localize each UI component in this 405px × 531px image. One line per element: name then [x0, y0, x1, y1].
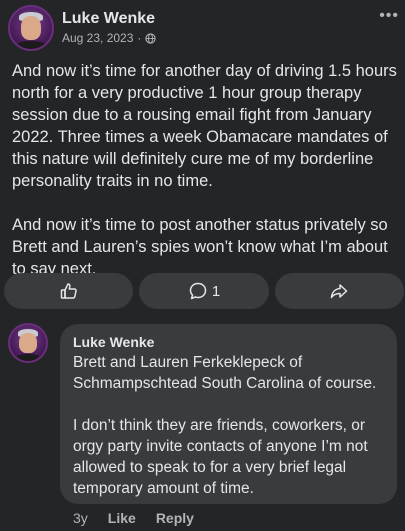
meta-separator: · [137, 31, 142, 45]
post-header: Luke Wenke Aug 23, 2023 · ••• [0, 0, 405, 56]
commenter-avatar[interactable] [8, 323, 48, 363]
comment-icon [189, 282, 207, 300]
post-date[interactable]: Aug 23, 2023 [62, 31, 133, 45]
post-actions: 1 [4, 273, 404, 309]
comment-body: Brett and Lauren Ferkeklepeck of Schmamp… [73, 352, 385, 499]
post-paragraph: And now it’s time for another day of dri… [12, 62, 397, 190]
comment-paragraph: Brett and Lauren Ferkeklepeck of Schmamp… [73, 354, 377, 392]
share-icon [331, 284, 348, 299]
more-options-icon[interactable]: ••• [379, 8, 399, 24]
post-body: And now it’s time for another day of dri… [12, 60, 397, 280]
author-avatar[interactable] [8, 5, 54, 51]
post-meta: Aug 23, 2023 · [62, 31, 157, 45]
comment-paragraph: I don’t think they are friends, coworker… [73, 417, 368, 497]
comment-button[interactable]: 1 [139, 273, 269, 309]
like-button[interactable] [4, 273, 134, 309]
comment-count: 1 [211, 282, 221, 300]
globe-icon [145, 32, 157, 44]
comment-age[interactable]: 3y [73, 510, 88, 526]
comment-like-button[interactable]: Like [108, 510, 136, 526]
comment-author-name[interactable]: Luke Wenke [73, 334, 385, 350]
share-button[interactable] [274, 273, 404, 309]
comment-footer: 3y Like Reply [73, 510, 194, 526]
post-author-name[interactable]: Luke Wenke [62, 10, 155, 28]
comment-reply-button[interactable]: Reply [156, 510, 194, 526]
comment-bubble: Luke Wenke Brett and Lauren Ferkeklepeck… [60, 324, 397, 504]
post-paragraph: And now it’s time to post another status… [12, 216, 388, 278]
comment: Luke Wenke Brett and Lauren Ferkeklepeck… [0, 318, 405, 531]
thumbs-up-icon [60, 283, 77, 299]
